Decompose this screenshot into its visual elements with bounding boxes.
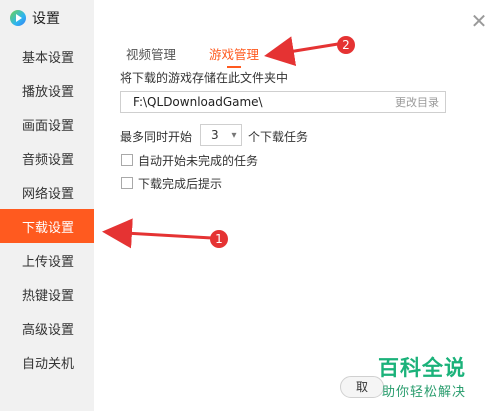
annotation-arrows xyxy=(102,36,339,249)
annotation-arrow-2 xyxy=(264,36,339,66)
watermark-title: 百科全说 xyxy=(378,356,466,380)
annotation-badge-2: 2 xyxy=(337,36,355,54)
watermark-subtitle: 助你轻松解决 xyxy=(382,385,467,400)
annotation-badge-1: 1 xyxy=(210,230,228,248)
annotation-arrow-1 xyxy=(102,218,213,249)
